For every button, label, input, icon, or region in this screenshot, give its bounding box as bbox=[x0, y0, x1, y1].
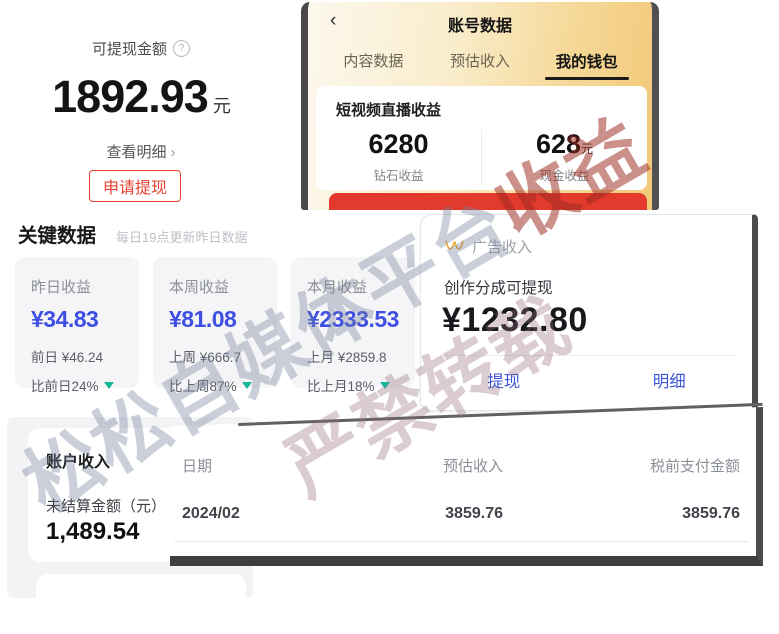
cash-earnings-label: 现金收益 bbox=[482, 165, 647, 184]
card-value: ¥81.08 bbox=[169, 306, 277, 333]
down-triangle-icon bbox=[104, 382, 114, 389]
card-change: 比上月18% bbox=[307, 375, 415, 395]
ad-income-panel: 广告收入 创作分成可提现 ¥1232.80 提现 明细 bbox=[420, 214, 758, 411]
cash-earnings-value: 628元 bbox=[482, 129, 647, 160]
tab-my-wallet[interactable]: 我的钱包 bbox=[533, 50, 640, 80]
card-change-text: 比上月18% bbox=[307, 375, 375, 395]
cell-estimated-income: 3859.76 bbox=[332, 505, 503, 523]
income-table-panel: 日期 预估收入 税前支付金额 2024/02 3859.76 3859.76 bbox=[170, 407, 763, 566]
card-week-income: 本周收益 ¥81.08 上周 ¥666.7 比上周87% bbox=[153, 257, 277, 388]
apply-withdraw-button[interactable]: 申请提现 bbox=[89, 170, 181, 202]
diamond-earnings-value: 6280 bbox=[316, 129, 481, 160]
withdraw-action-button[interactable]: 提现 bbox=[421, 356, 587, 404]
cell-date: 2024/02 bbox=[182, 505, 332, 523]
key-data-cards: 昨日收益 ¥34.83 前日 ¥46.24 比前日24% 本周收益 ¥81.08… bbox=[15, 257, 415, 388]
diamond-earnings-cell: 6280 钻石收益 bbox=[316, 129, 482, 184]
ad-income-header: 广告收入 bbox=[444, 236, 752, 257]
view-detail-link[interactable]: 查看明细 › bbox=[0, 141, 282, 162]
card-value: ¥34.83 bbox=[31, 306, 139, 333]
account-panel-header: ‹ 账号数据 bbox=[308, 2, 652, 42]
card-prev: 前日 ¥46.24 bbox=[31, 346, 139, 366]
cash-earnings-unit: 元 bbox=[581, 142, 593, 156]
tab-content-data[interactable]: 内容数据 bbox=[320, 50, 427, 80]
primary-action-button[interactable] bbox=[329, 193, 647, 210]
account-data-panel: ‹ 账号数据 内容数据 预估收入 我的钱包 短视频直播收益 6280 钻石收益 … bbox=[301, 2, 659, 210]
cash-earnings-number: 628 bbox=[536, 129, 581, 159]
col-pretax-amount: 税前支付金额 bbox=[503, 455, 740, 476]
live-earnings-title: 短视频直播收益 bbox=[316, 86, 647, 120]
card-month-income: 本月收益 ¥2333.53 上月 ¥2859.8 比上月18% bbox=[291, 257, 415, 388]
ad-income-subtitle: 创作分成可提现 bbox=[444, 276, 752, 298]
col-estimated-income: 预估收入 bbox=[332, 455, 503, 476]
withdraw-label: 可提现金额 bbox=[92, 38, 167, 59]
live-earnings-stats: 6280 钻石收益 628元 现金收益 bbox=[316, 129, 647, 184]
col-date: 日期 bbox=[182, 455, 332, 476]
down-triangle-icon bbox=[242, 382, 252, 389]
key-data-subtitle: 每日19点更新昨日数据 bbox=[116, 227, 247, 246]
key-data-title: 关键数据 bbox=[18, 219, 96, 248]
help-icon[interactable]: ? bbox=[173, 40, 190, 57]
down-triangle-icon bbox=[380, 382, 390, 389]
cash-earnings-cell: 628元 现金收益 bbox=[482, 129, 647, 184]
table-row: 2024/02 3859.76 3859.76 bbox=[170, 505, 756, 523]
diamond-earnings-label: 钻石收益 bbox=[316, 165, 481, 184]
card-yesterday-income: 昨日收益 ¥34.83 前日 ¥46.24 比前日24% bbox=[15, 257, 139, 388]
live-earnings-card: 短视频直播收益 6280 钻石收益 628元 现金收益 bbox=[316, 86, 647, 190]
ad-income-actions: 提现 明细 bbox=[421, 356, 752, 404]
back-icon[interactable]: ‹ bbox=[330, 10, 336, 32]
withdraw-block: 可提现金额 ? 1892.93元 查看明细 › bbox=[0, 0, 282, 162]
card-change-text: 比前日24% bbox=[31, 375, 99, 395]
card-prev: 上周 ¥666.7 bbox=[169, 346, 277, 366]
card-change: 比上周87% bbox=[169, 375, 277, 395]
account-income-card-next bbox=[36, 574, 246, 598]
chevron-right-icon: › bbox=[171, 144, 176, 161]
account-panel-tabs: 内容数据 预估收入 我的钱包 bbox=[308, 50, 652, 80]
card-label: 本月收益 bbox=[307, 276, 415, 297]
withdraw-label-row: 可提现金额 ? bbox=[0, 38, 282, 59]
income-table-header: 日期 预估收入 税前支付金额 bbox=[170, 455, 756, 476]
card-change-text: 比上周87% bbox=[169, 375, 237, 395]
card-prev: 上月 ¥2859.8 bbox=[307, 346, 415, 366]
detail-action-button[interactable]: 明细 bbox=[587, 356, 753, 404]
diamond-earnings-number: 6280 bbox=[368, 129, 428, 159]
tab-estimated-income[interactable]: 预估收入 bbox=[427, 50, 534, 80]
ad-income-label: 广告收入 bbox=[472, 236, 532, 257]
butterfly-logo-icon bbox=[444, 239, 465, 254]
withdraw-amount-unit: 元 bbox=[213, 96, 230, 116]
cell-pretax-amount: 3859.76 bbox=[503, 505, 740, 523]
card-change: 比前日24% bbox=[31, 375, 139, 395]
table-divider bbox=[174, 541, 748, 542]
key-data-header: 关键数据 每日19点更新昨日数据 bbox=[18, 219, 247, 248]
card-value: ¥2333.53 bbox=[307, 306, 415, 333]
card-label: 昨日收益 bbox=[31, 276, 139, 297]
withdraw-amount: 1892.93元 bbox=[0, 71, 282, 123]
account-panel-title: 账号数据 bbox=[308, 12, 652, 36]
withdraw-amount-value: 1892.93 bbox=[52, 71, 208, 122]
ad-income-amount: ¥1232.80 bbox=[442, 301, 752, 340]
view-detail-label: 查看明细 bbox=[106, 144, 166, 161]
card-label: 本周收益 bbox=[169, 276, 277, 297]
